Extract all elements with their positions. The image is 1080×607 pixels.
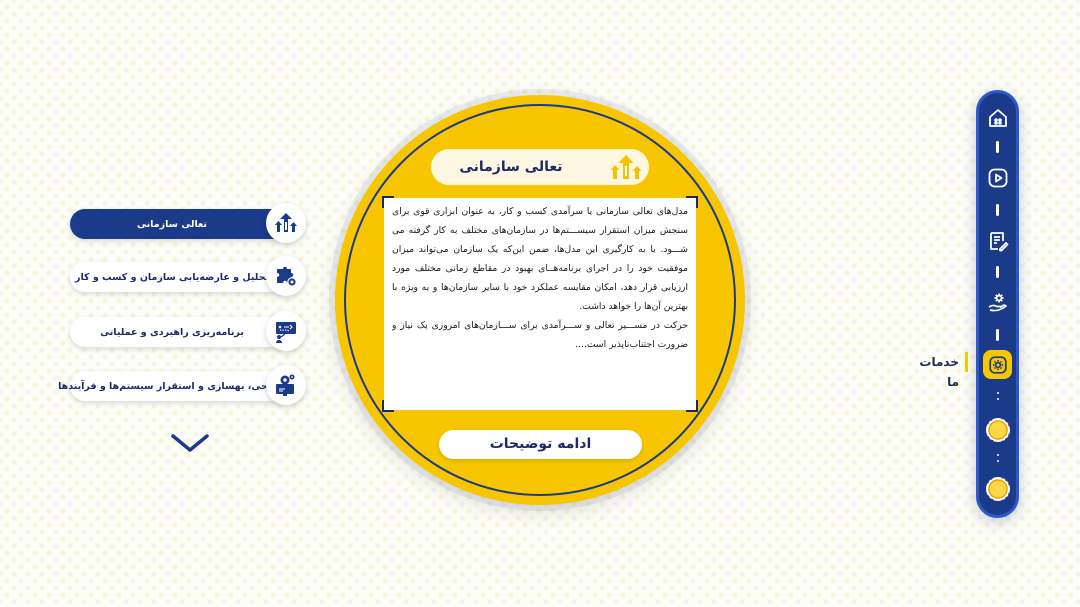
read-more-button[interactable]: ادامه توضیحات [439,430,642,459]
nav-separator [996,266,999,278]
menu-item-organizational-excellence[interactable]: تعالی سازمانی [70,203,306,243]
strategy-board-icon [266,311,306,351]
side-navigation [976,90,1019,518]
play-icon[interactable] [983,163,1013,193]
card-title-pill: تعالی سازمانی [431,149,649,185]
puzzle-icon [266,256,306,296]
menu-item-label: تحلیل و عارضه‌یابی سازمان و کسب و کار [70,262,290,292]
card-text-frame: مدل‌های تعالی سازمانی یا سرآمدی کسب و کا… [382,196,698,412]
menu-item-label: طراحی، بهسازی و استقرار سیستم‌ها و فرآین… [58,371,290,401]
services-icon[interactable] [983,350,1013,380]
menu-item-label: برنامه‌ریزی راهبردی و عملیاتی [70,317,290,347]
menu-item-label: تعالی سازمانی [70,209,290,239]
menu-item-organization-analysis[interactable]: تحلیل و عارضه‌یابی سازمان و کسب و کار [70,256,306,296]
process-gear-icon [266,365,306,405]
document-icon[interactable] [983,226,1013,256]
circle-icon[interactable] [985,418,1010,442]
nav-dots [996,388,999,404]
nav-separator [996,329,999,341]
growth-arrows-icon [609,151,643,183]
card-title: تعالی سازمانی [459,159,563,175]
menu-item-process-design[interactable]: طراحی، بهسازی و استقرار سیستم‌ها و فرآین… [58,365,306,405]
circle-icon[interactable] [985,477,1010,501]
home-icon[interactable] [983,103,1013,133]
card-body-text: مدل‌های تعالی سازمانی یا سرآمدی کسب و کا… [392,202,688,406]
growth-arrows-icon [266,203,306,243]
hand-gear-icon[interactable] [983,287,1013,317]
nav-active-label[interactable]: خدمات ما [906,352,968,389]
nav-separator [996,204,999,216]
chevron-down-icon[interactable] [169,430,211,456]
nav-separator [996,141,999,153]
card-paragraph: حرکت در مســـیر تعالی و ســـرآمدی برای س… [392,320,688,350]
nav-dots [996,450,999,466]
card-paragraph: مدل‌های تعالی سازمانی یا سرآمدی کسب و کا… [392,206,688,312]
menu-item-strategic-planning[interactable]: برنامه‌ریزی راهبردی و عملیاتی [70,311,306,351]
